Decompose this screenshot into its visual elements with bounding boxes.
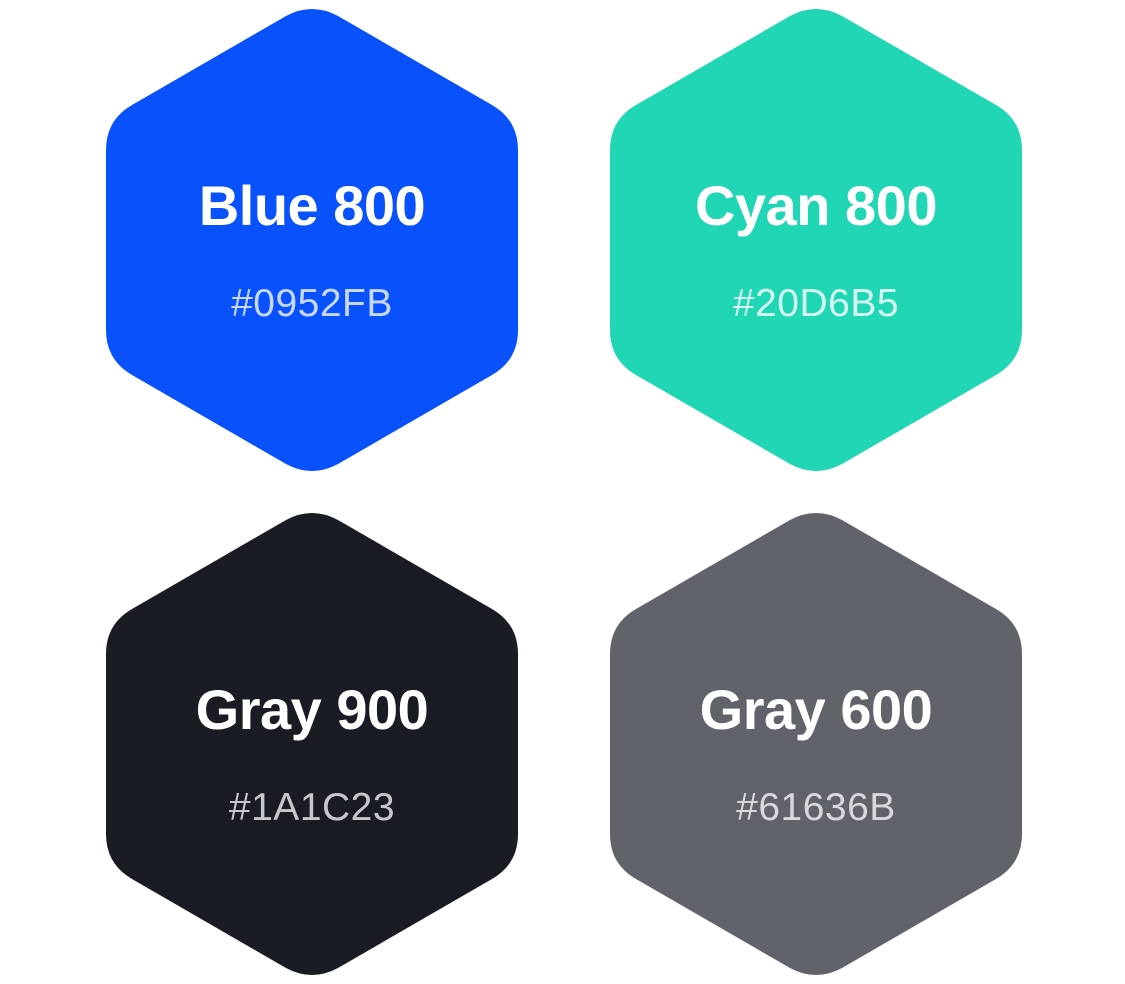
swatch-hex-code: #61636B — [736, 786, 896, 829]
swatch-name: Gray 600 — [699, 678, 933, 741]
color-swatch-cyan-800: Cyan 800 #20D6B5 — [607, 8, 1025, 472]
swatch-hex-code: #20D6B5 — [732, 282, 900, 325]
swatch-name: Gray 900 — [195, 678, 429, 741]
color-swatch-gray-900: Gray 900 #1A1C23 — [103, 512, 521, 976]
swatch-name: Blue 800 — [198, 174, 426, 237]
swatch-hex-code: #1A1C23 — [228, 786, 396, 829]
color-swatch-gray-600: Gray 600 #61636B — [607, 512, 1025, 976]
swatch-name: Cyan 800 — [695, 174, 937, 237]
color-swatch-blue-800: Blue 800 #0952FB — [103, 8, 521, 472]
swatch-hex-code: #0952FB — [231, 282, 393, 325]
